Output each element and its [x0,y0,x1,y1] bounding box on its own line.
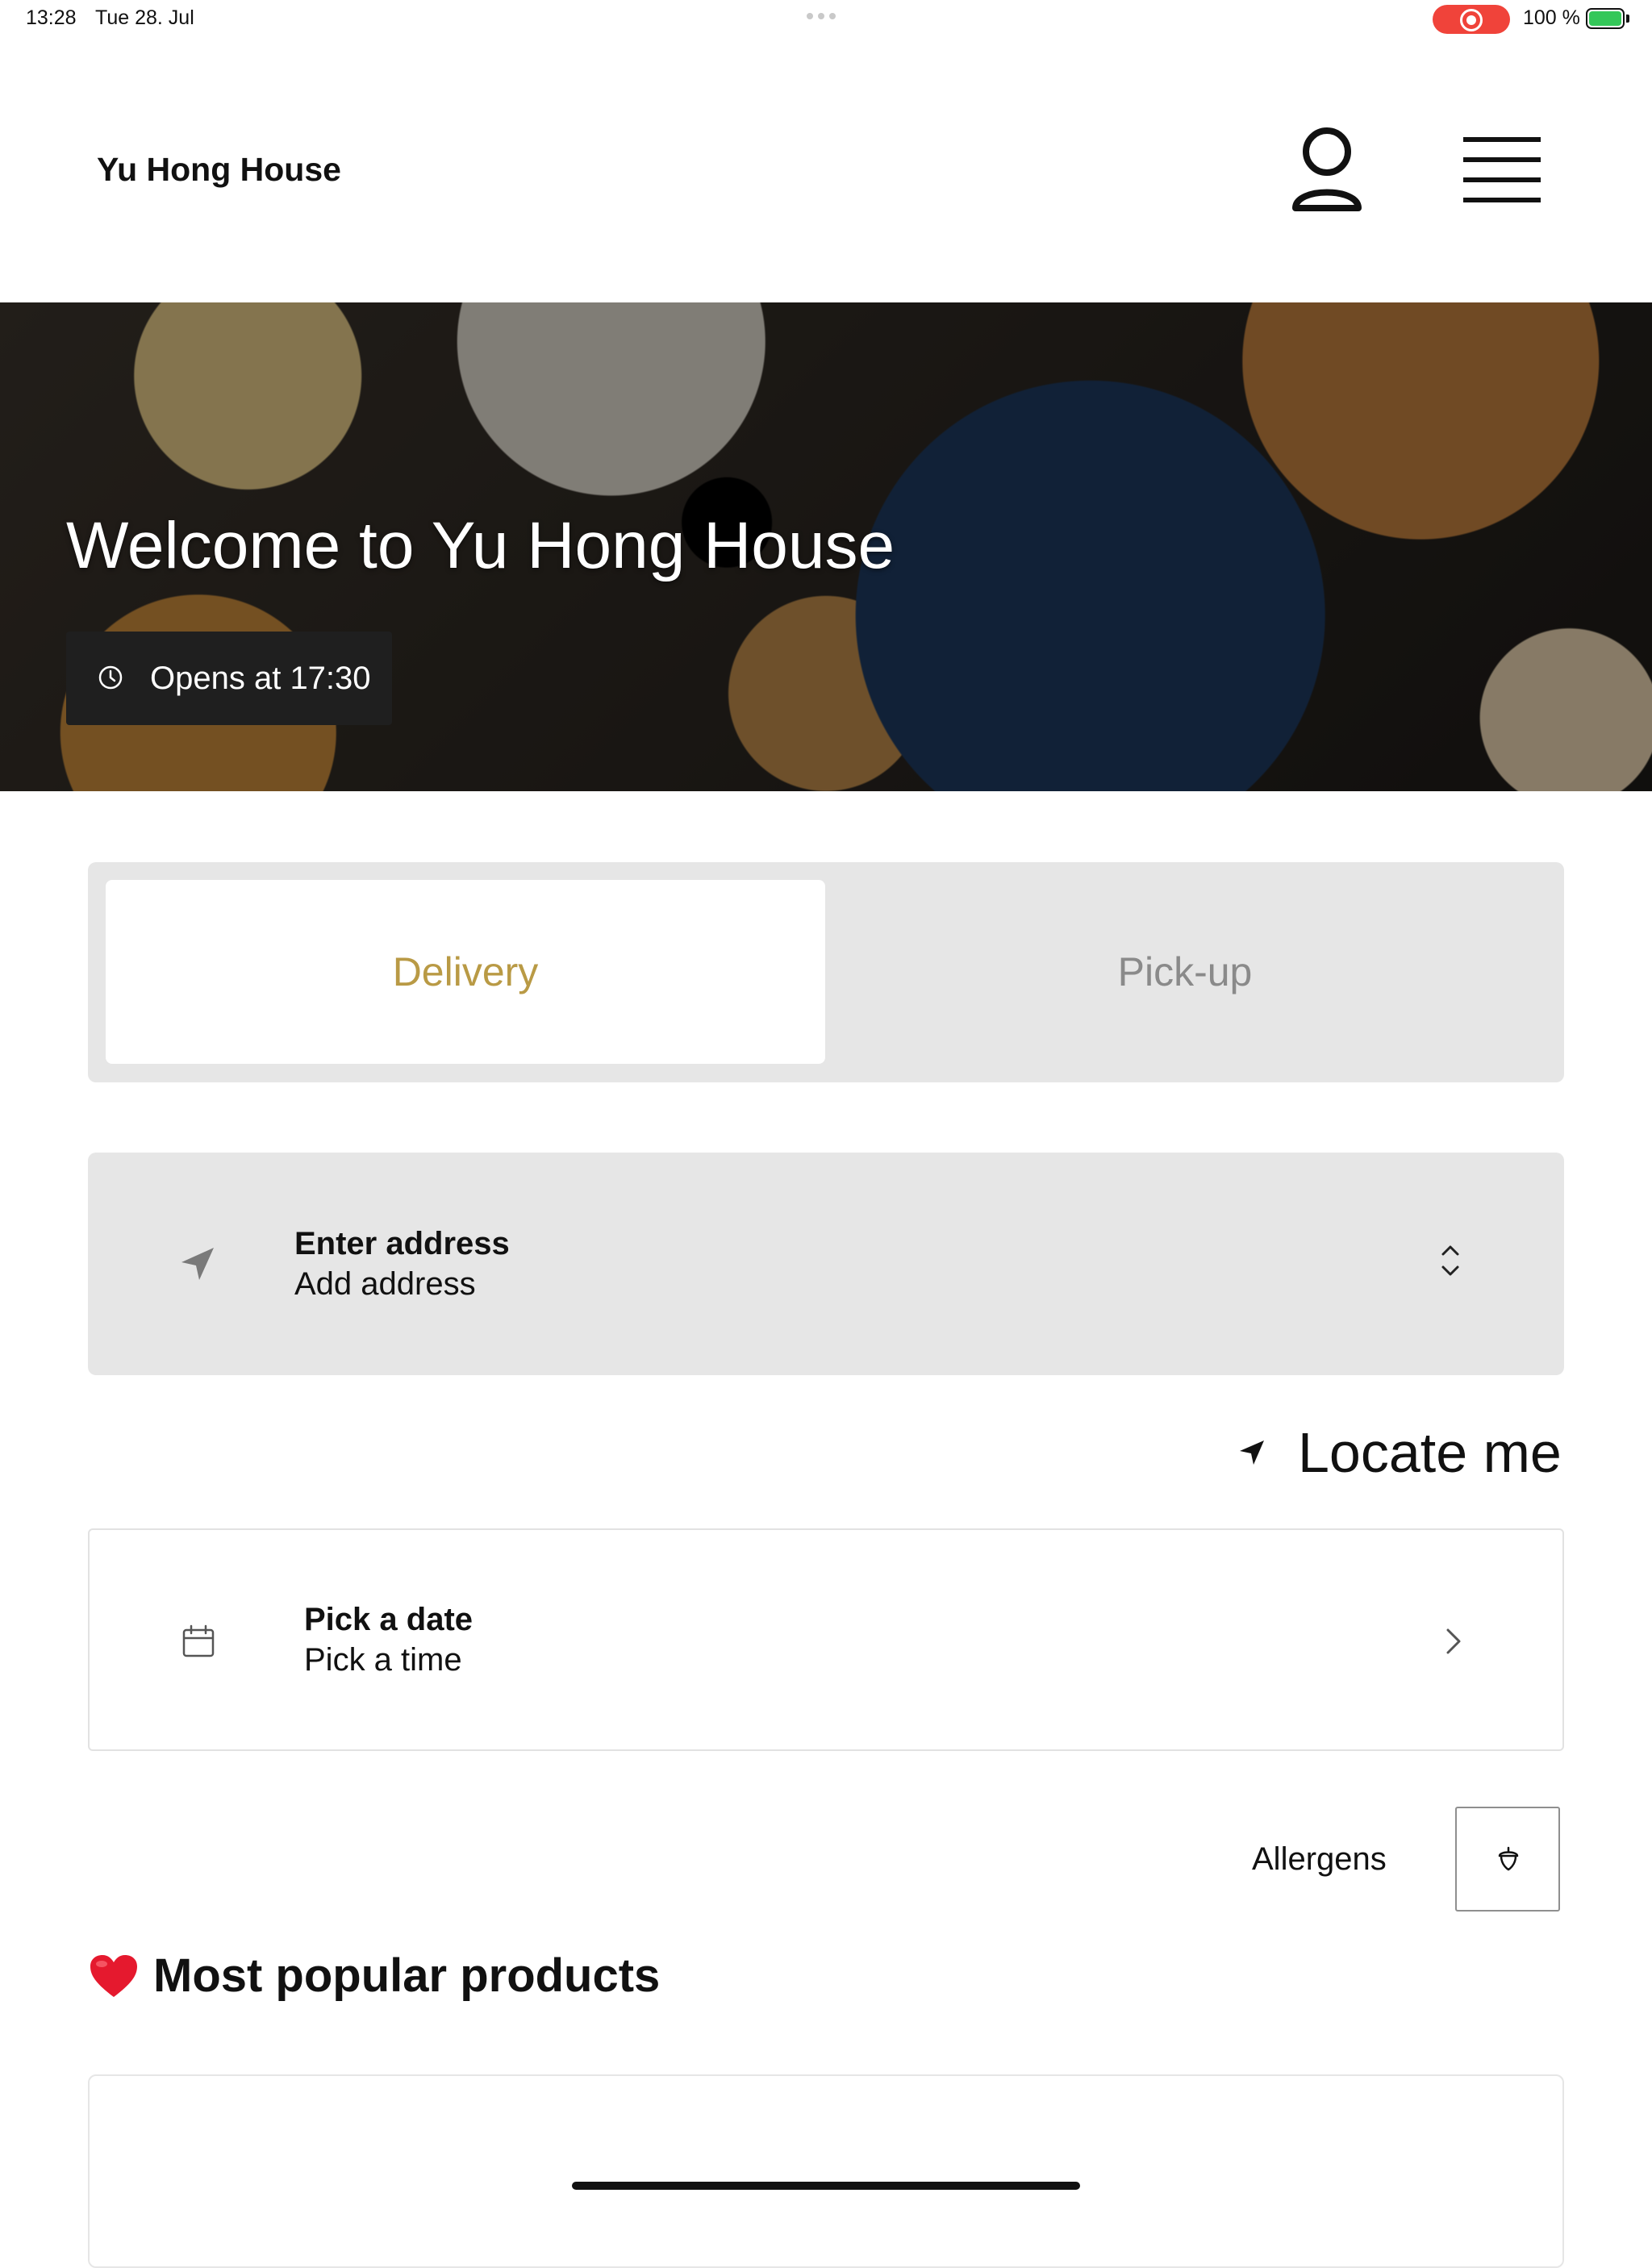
date-title: Pick a date [304,1602,473,1637]
status-time: 13:28 [26,6,77,29]
tab-delivery[interactable]: Delivery [106,880,825,1064]
clock-icon [98,665,123,690]
acorn-icon [1498,1846,1519,1871]
tab-pickup[interactable]: Pick-up [825,880,1545,1064]
locate-me-button[interactable]: Locate me [1238,1421,1562,1484]
allergens-button[interactable] [1455,1807,1560,1912]
status-date: Tue 28. Jul [95,6,194,29]
order-type-switch: Delivery Pick-up [88,862,1564,1082]
location-arrow-icon [181,1248,214,1280]
user-icon [1292,127,1362,211]
date-time-selector[interactable]: Pick a date Pick a time [88,1528,1564,1751]
locate-me-label: Locate me [1298,1421,1562,1484]
calendar-icon [182,1624,215,1657]
address-subtitle: Add address [294,1266,476,1302]
menu-icon [1463,137,1541,202]
multitasking-dots[interactable] [807,13,836,19]
location-arrow-icon [1240,1440,1264,1465]
battery-percentage: 100 % [1523,6,1580,29]
menu-button[interactable] [1462,135,1542,205]
opening-hours-badge: Opens at 17:30 [66,632,392,725]
user-account-button[interactable] [1283,121,1371,218]
restaurant-name[interactable]: Yu Hong House [97,151,341,189]
address-title: Enter address [294,1226,510,1261]
battery-icon [1586,8,1625,29]
time-subtitle: Pick a time [304,1642,462,1678]
opening-hours-text: Opens at 17:30 [150,661,371,696]
hero-banner: Welcome to Yu Hong House Opens at 17:30 [0,302,1652,791]
welcome-title: Welcome to Yu Hong House [66,509,895,582]
popular-title: Most popular products [153,1949,661,2002]
product-card[interactable] [88,2074,1564,2268]
chevron-up-down-icon [1441,1245,1459,1276]
screen-recording-indicator[interactable] [1433,5,1510,34]
section-heading-popular: Most popular products [89,1949,660,2003]
heart-icon [90,1954,137,1997]
chevron-right-icon [1446,1628,1461,1654]
address-selector[interactable]: Enter address Add address [88,1153,1564,1375]
home-indicator[interactable] [572,2182,1080,2190]
allergens-label: Allergens [1252,1841,1387,1877]
battery-cap [1626,15,1629,23]
